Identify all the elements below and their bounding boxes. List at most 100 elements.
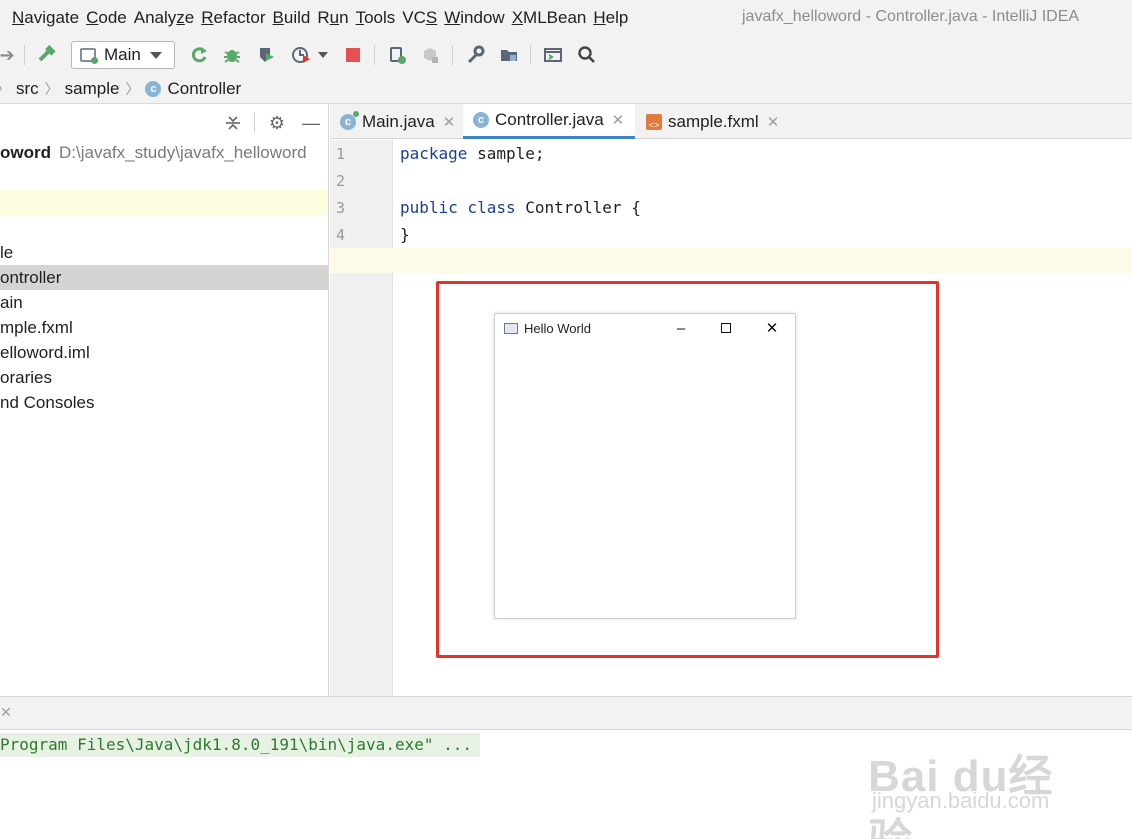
project-structure-icon[interactable] bbox=[498, 43, 520, 67]
main-menu: NavigateCodeAnalyzeRefactorBuildRunTools… bbox=[12, 8, 635, 28]
close-icon[interactable]: ✕ bbox=[612, 111, 625, 129]
menu-item-label: ools bbox=[364, 8, 395, 27]
forward-arrow-icon[interactable]: ➔ bbox=[0, 43, 14, 67]
menu-item-label: avigate bbox=[24, 8, 79, 27]
build-hammer-icon[interactable] bbox=[36, 43, 58, 67]
tab-label: sample.fxml bbox=[668, 112, 759, 132]
toolbar: ➔ Main bbox=[0, 36, 1132, 74]
toolbar-separator bbox=[24, 45, 25, 65]
toolbar-separator bbox=[374, 45, 375, 65]
close-icon[interactable]: ✕ bbox=[443, 113, 456, 131]
code-line-1[interactable]: package sample; bbox=[400, 144, 545, 163]
keyword: package bbox=[400, 144, 467, 163]
tree-item[interactable]: le bbox=[0, 240, 328, 265]
run-config-label: Main bbox=[104, 45, 141, 65]
menu-item-label: e bbox=[185, 8, 194, 27]
breadcrumb-item-src[interactable]: src bbox=[16, 79, 39, 99]
menu-item[interactable]: Refactor bbox=[201, 8, 272, 28]
tree-item[interactable]: mple.fxml bbox=[0, 315, 328, 340]
project-tool-window: ⚙ — oword D:\javafx_study\javafx_hellowor… bbox=[0, 104, 329, 696]
menu-item-label: n bbox=[339, 8, 348, 27]
line-number: 4 bbox=[336, 226, 356, 244]
build-artifacts-icon[interactable] bbox=[419, 43, 441, 67]
line-number: 3 bbox=[336, 199, 356, 217]
fxml-file-icon: <> bbox=[646, 114, 662, 130]
code-line-4[interactable]: } bbox=[400, 225, 410, 244]
tree-item[interactable]: nd Consoles bbox=[0, 390, 328, 415]
hide-panel-icon[interactable]: — bbox=[301, 113, 321, 133]
line-number: 2 bbox=[336, 172, 356, 190]
project-root-path: D:\javafx_study\javafx_helloword bbox=[59, 143, 307, 162]
collapse-all-icon[interactable] bbox=[223, 113, 243, 133]
menu-item[interactable]: Navigate bbox=[12, 8, 86, 28]
menu-item[interactable]: Run bbox=[317, 8, 355, 28]
menu-item-label: efactor bbox=[214, 8, 266, 27]
project-root-name: oword bbox=[0, 143, 51, 162]
tree-item[interactable]: elloword.iml bbox=[0, 340, 328, 365]
code-line-3[interactable]: public class Controller { bbox=[400, 198, 641, 217]
menu-item-label: W bbox=[444, 8, 460, 27]
menu-item[interactable]: VCS bbox=[402, 8, 444, 28]
gear-icon[interactable]: ⚙ bbox=[267, 113, 287, 133]
stop-icon[interactable] bbox=[343, 43, 363, 67]
run-configuration-select[interactable]: Main bbox=[71, 41, 175, 69]
menu-item-label: X bbox=[512, 8, 523, 27]
breadcrumb-separator: 〉 bbox=[125, 79, 139, 99]
maximize-icon[interactable] bbox=[716, 318, 736, 338]
tree-item-selected[interactable]: ontroller bbox=[0, 265, 328, 290]
close-icon[interactable]: ✕ bbox=[762, 318, 782, 338]
close-icon[interactable]: ✕ bbox=[767, 113, 780, 131]
menu-item-label: uild bbox=[284, 8, 310, 27]
tree-row-highlight bbox=[0, 190, 328, 215]
menu-item[interactable]: Build bbox=[273, 8, 318, 28]
menu-item-label: MLBean bbox=[523, 8, 586, 27]
menu-item[interactable]: XMLBean bbox=[512, 8, 594, 28]
tab-controller-java[interactable]: c Controller.java ✕ bbox=[463, 104, 635, 139]
window-title-bar[interactable]: Hello World bbox=[495, 314, 795, 342]
menu-item[interactable]: Analyze bbox=[134, 8, 202, 28]
menu-item[interactable]: Tools bbox=[356, 8, 403, 28]
settings-wrench-icon[interactable] bbox=[464, 43, 486, 67]
menu-item-label: C bbox=[86, 8, 98, 27]
run-coverage-icon[interactable] bbox=[255, 43, 277, 67]
attach-debugger-icon[interactable] bbox=[386, 43, 408, 67]
menu-item[interactable]: Code bbox=[86, 8, 134, 28]
terminal-window-icon[interactable] bbox=[542, 43, 564, 67]
baidu-jingyan-watermark: Bai du经验 jingyan.baidu.com bbox=[868, 720, 1088, 820]
breadcrumb-separator: 〉 bbox=[45, 79, 59, 99]
tree-root-project[interactable]: oword D:\javafx_study\javafx_helloword bbox=[0, 140, 328, 165]
project-header: ⚙ — bbox=[0, 104, 329, 140]
menu-item-label: B bbox=[273, 8, 284, 27]
code-text: sample; bbox=[467, 144, 544, 163]
chevron-down-icon[interactable] bbox=[316, 43, 330, 67]
java-class-icon: c bbox=[340, 114, 356, 130]
menu-item[interactable]: Help bbox=[593, 8, 635, 28]
hello-world-window[interactable]: Hello World – ✕ bbox=[494, 313, 796, 619]
keyword: public class bbox=[400, 198, 516, 217]
tab-label: Controller.java bbox=[495, 110, 604, 130]
breadcrumb-item-controller[interactable]: c Controller bbox=[145, 79, 241, 99]
breadcrumb-controller-label: Controller bbox=[167, 79, 241, 99]
toolbar-separator bbox=[530, 45, 531, 65]
menu-item-label: R bbox=[201, 8, 213, 27]
profile-icon[interactable] bbox=[290, 43, 312, 67]
minimize-icon[interactable]: – bbox=[671, 318, 691, 338]
tab-main-java[interactable]: c Main.java ✕ bbox=[330, 104, 460, 139]
app-window-icon bbox=[504, 323, 518, 334]
menu-item[interactable]: Window bbox=[444, 8, 511, 28]
tree-item[interactable]: oraries bbox=[0, 365, 328, 390]
java-class-icon: c bbox=[473, 112, 489, 128]
tree-item[interactable]: ain bbox=[0, 290, 328, 315]
tab-label: Main.java bbox=[362, 112, 435, 132]
close-icon[interactable]: ✕ bbox=[0, 704, 12, 721]
menu-item-label: N bbox=[12, 8, 24, 27]
search-icon[interactable] bbox=[576, 43, 598, 67]
breadcrumb-item-sample[interactable]: sample bbox=[65, 79, 120, 99]
tab-sample-fxml[interactable]: <> sample.fxml ✕ bbox=[636, 104, 786, 139]
rerun-icon[interactable] bbox=[188, 43, 210, 67]
menu-item-label: elp bbox=[606, 8, 629, 27]
watermark-url: jingyan.baidu.com bbox=[872, 788, 1049, 814]
line-number-gutter: 1 2 3 4 5 bbox=[330, 140, 393, 696]
class-icon: c bbox=[145, 81, 161, 97]
debug-bug-icon[interactable] bbox=[221, 43, 243, 67]
